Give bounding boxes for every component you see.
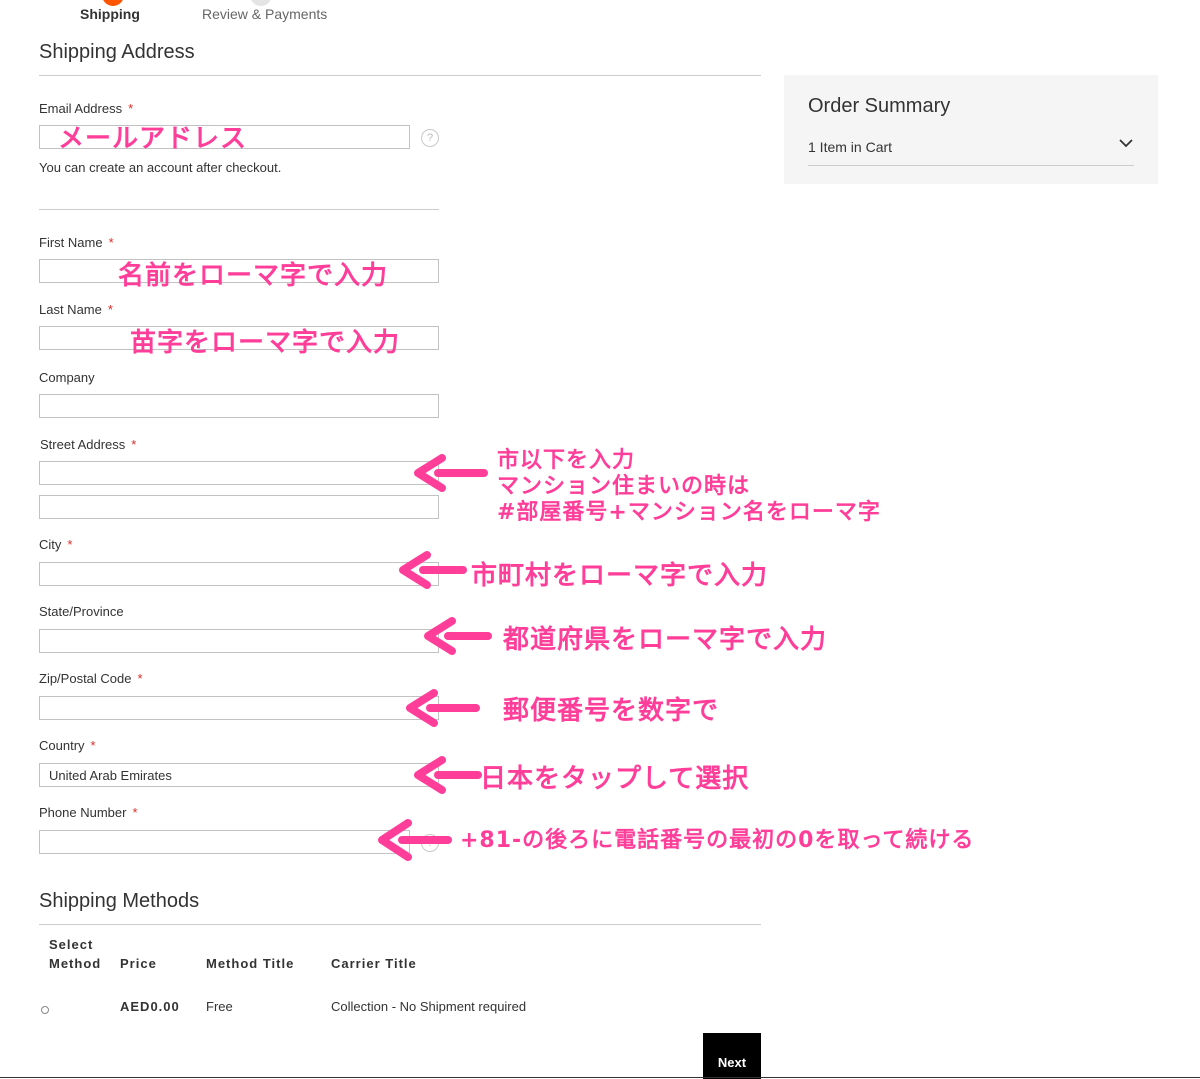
shipping-carrier-title: Collection - No Shipment required (331, 999, 527, 1014)
state-province-field[interactable] (39, 629, 439, 653)
annotation-street-line3: #部屋番号+マンション名をローマ字 (497, 500, 881, 525)
street-address-line2-field[interactable] (39, 495, 439, 519)
step-review-label[interactable]: Review & Payments (202, 6, 327, 22)
email-label: Email Address * (39, 101, 133, 116)
col-header-select-line2: Method (49, 956, 102, 971)
zip-postal-code-label: Zip/Postal Code * (39, 671, 143, 686)
required-asterisk: * (108, 235, 114, 250)
shipping-method-radio[interactable] (41, 1006, 49, 1014)
street-address-label-text: Street Address (40, 437, 126, 452)
city-field[interactable] (39, 562, 439, 586)
required-asterisk: * (107, 302, 113, 317)
last-name-label: Last Name * (39, 302, 113, 317)
first-name-field-value: 名前をローマ字で入力 (118, 261, 389, 291)
first-name-field[interactable]: 名前をローマ字で入力 (39, 259, 439, 291)
email-field-value: メールアドレス (58, 124, 248, 154)
country-label: Country * (39, 738, 96, 753)
street-address-line1-field[interactable] (39, 461, 439, 485)
required-asterisk: * (137, 671, 143, 686)
annotation-street-line1: 市以下を入力 (497, 448, 636, 473)
company-label: Company (39, 370, 95, 385)
col-header-carrier-title: Carrier Title (331, 956, 417, 971)
required-asterisk: * (131, 437, 137, 452)
first-name-label: First Name * (39, 235, 114, 250)
arrow-country-icon (414, 756, 482, 794)
items-in-cart-toggle[interactable]: 1 Item in Cart (808, 137, 1134, 166)
step-shipping-label[interactable]: Shipping (80, 6, 140, 22)
required-asterisk: * (67, 537, 73, 552)
annotation-country: 日本をタップして選択 (480, 764, 750, 794)
email-divider (39, 209, 439, 210)
email-label-text: Email Address (39, 101, 123, 116)
city-label: City * (39, 537, 72, 552)
bottom-edge-divider (0, 1077, 1200, 1078)
next-button[interactable]: Next (703, 1033, 761, 1079)
annotation-street-line2: マンション住まいの時は (497, 474, 751, 499)
required-asterisk: * (90, 738, 96, 753)
zip-postal-code-field[interactable] (39, 696, 439, 720)
country-label-text: Country (39, 738, 85, 753)
last-name-field[interactable]: 苗字をローマ字で入力 (39, 326, 439, 358)
state-province-label: State/Province (39, 604, 124, 619)
email-note: You can create an account after checkout… (39, 160, 282, 175)
required-asterisk: * (128, 101, 134, 116)
email-field[interactable]: メールアドレス (39, 124, 410, 154)
arrow-state-icon (424, 617, 492, 655)
annotation-state: 都道府県をローマ字で入力 (503, 625, 828, 655)
arrow-city-icon (399, 551, 467, 589)
zip-label-text: Zip/Postal Code (39, 671, 132, 686)
country-select-value: United Arab Emirates (49, 768, 172, 783)
annotation-phone: +81-の後ろに電話番号の最初の0を取って続ける (460, 828, 975, 853)
phone-label-text: Phone Number (39, 805, 127, 820)
shipping-address-title: Shipping Address (39, 41, 195, 63)
help-icon[interactable]: ? (421, 129, 439, 147)
annotation-zip: 郵便番号を数字で (503, 696, 720, 726)
phone-number-field[interactable] (39, 830, 410, 854)
company-field[interactable] (39, 394, 439, 418)
annotation-city: 市町村をローマ字で入力 (471, 561, 769, 591)
col-header-select-line1: Select (49, 937, 94, 952)
items-in-cart-label: 1 Item in Cart (808, 139, 893, 155)
phone-number-label: Phone Number * (39, 805, 138, 820)
arrow-phone-icon (378, 819, 452, 861)
col-header-method-title: Method Title (206, 956, 295, 971)
order-summary-title: Order Summary (808, 95, 951, 117)
city-label-text: City (39, 537, 62, 552)
last-name-label-text: Last Name (39, 302, 102, 317)
required-asterisk: * (132, 805, 138, 820)
shipping-price: AED0.00 (120, 999, 180, 1014)
arrow-zip-icon (406, 689, 480, 727)
shipping-method-title: Free (206, 999, 233, 1014)
arrow-street-icon (414, 454, 488, 492)
shipping-address-divider (39, 75, 761, 76)
first-name-label-text: First Name (39, 235, 103, 250)
shipping-methods-title: Shipping Methods (39, 890, 200, 912)
shipping-methods-divider (39, 924, 761, 925)
country-select[interactable]: United Arab Emirates (39, 763, 439, 787)
last-name-field-value: 苗字をローマ字で入力 (130, 328, 401, 358)
chevron-down-icon[interactable] (1118, 137, 1134, 149)
street-address-label: Street Address * (40, 437, 136, 452)
order-summary-panel: Order Summary 1 Item in Cart (784, 75, 1158, 184)
col-header-price: Price (120, 956, 157, 971)
